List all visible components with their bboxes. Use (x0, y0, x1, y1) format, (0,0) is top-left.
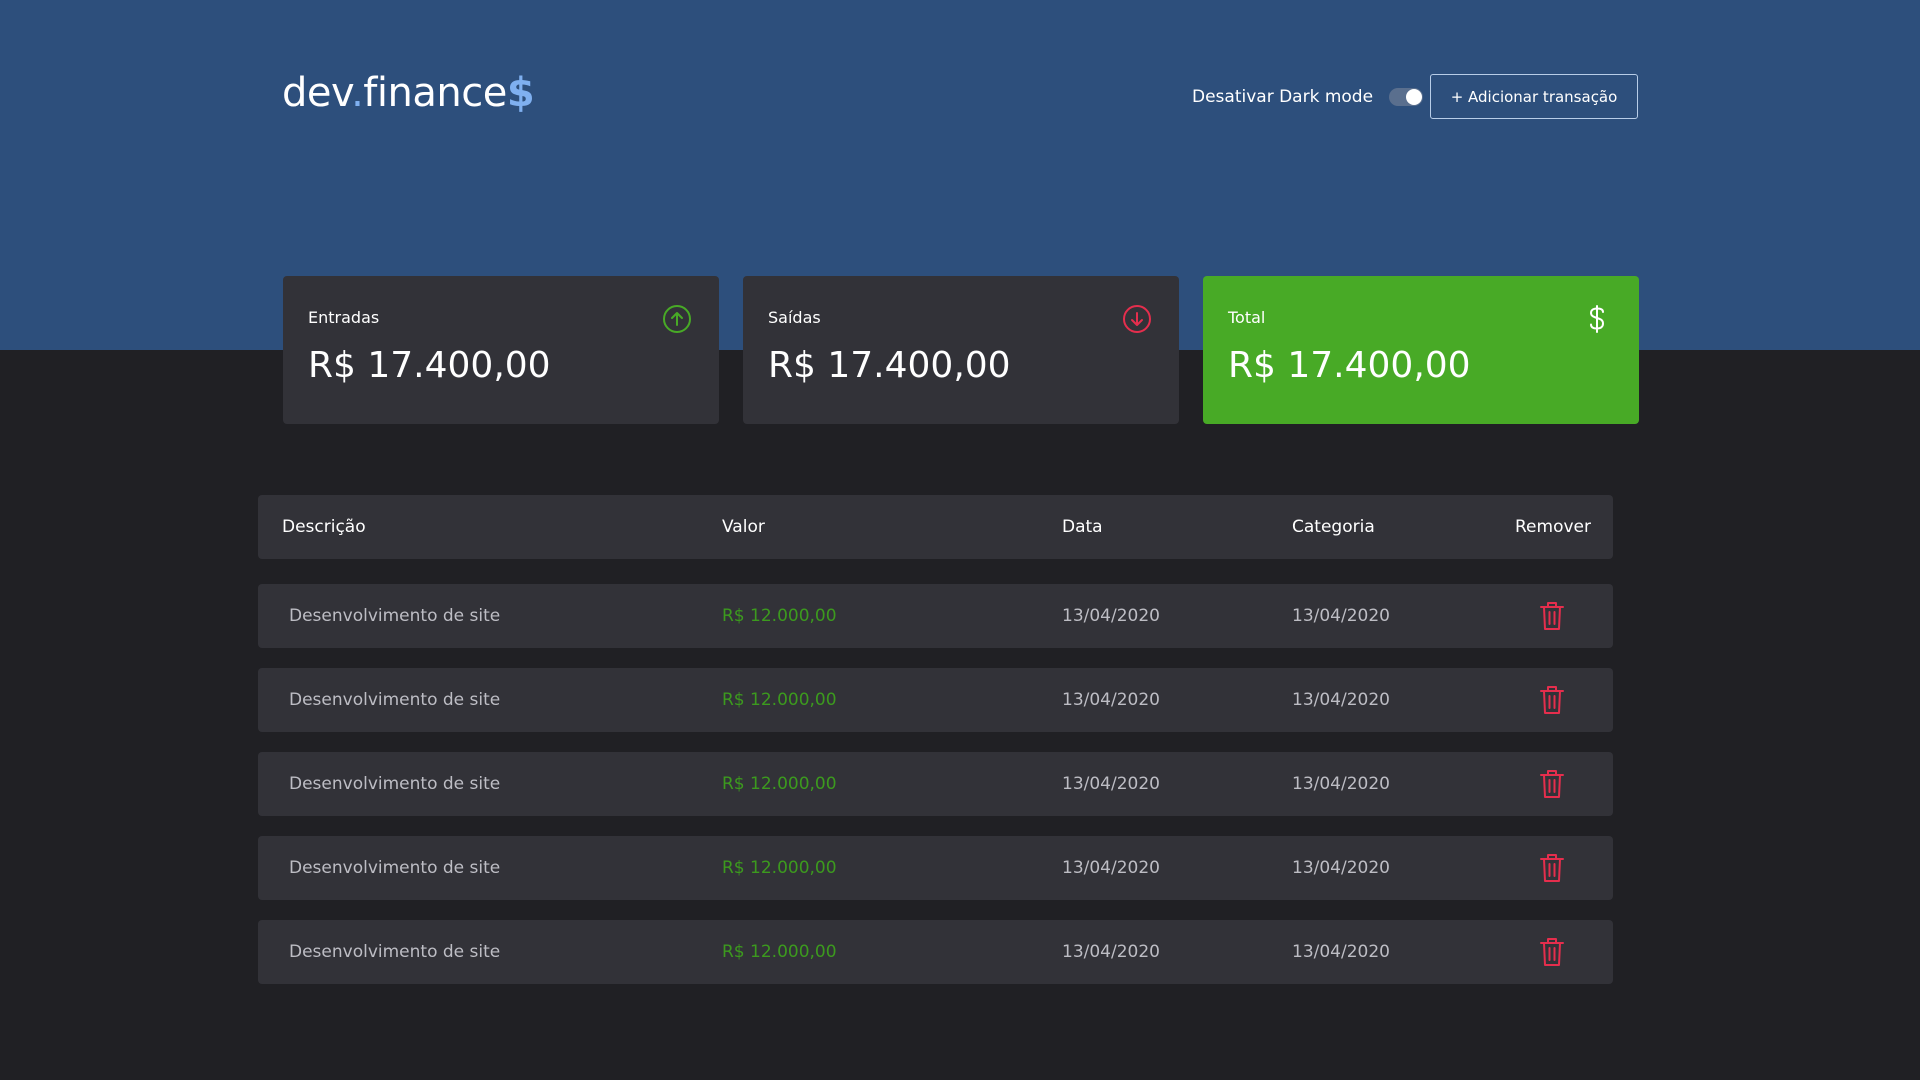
add-transaction-button[interactable]: + Adicionar transação (1430, 74, 1638, 119)
arrow-up-circle-icon (663, 305, 691, 333)
column-header-description: Descrição (282, 517, 366, 537)
logo-rest: finance (363, 70, 507, 116)
arrow-down-circle-icon (1123, 305, 1151, 333)
income-card-value: R$ 17.400,00 (308, 345, 551, 386)
row-date: 13/04/2020 (1062, 606, 1160, 626)
row-description: Desenvolvimento de site (289, 858, 501, 878)
logo-dot: . (351, 70, 364, 116)
row-amount: R$ 12.000,00 (722, 606, 837, 626)
table-row: Desenvolvimento de site R$ 12.000,00 13/… (258, 752, 1613, 816)
total-card-label: Total (1228, 308, 1266, 327)
column-header-remove: Remover (1515, 517, 1591, 537)
column-header-date: Data (1062, 517, 1103, 537)
trash-icon[interactable] (1536, 851, 1568, 885)
dollar-icon (1589, 305, 1605, 333)
income-card-label: Entradas (308, 308, 380, 327)
table-row: Desenvolvimento de site R$ 12.000,00 13/… (258, 584, 1613, 648)
logo-main: dev (282, 70, 352, 116)
row-amount: R$ 12.000,00 (722, 690, 837, 710)
row-category: 13/04/2020 (1292, 606, 1390, 626)
table-header: Descrição Valor Data Categoria Remover (258, 495, 1613, 559)
trash-icon[interactable] (1536, 935, 1568, 969)
column-header-category: Categoria (1292, 517, 1375, 537)
dark-mode-label: Desativar Dark mode (1192, 87, 1374, 107)
column-header-amount: Valor (722, 517, 765, 537)
table-row: Desenvolvimento de site R$ 12.000,00 13/… (258, 668, 1613, 732)
dark-mode-switch[interactable] (1389, 88, 1424, 106)
row-category: 13/04/2020 (1292, 858, 1390, 878)
total-card-value: R$ 17.400,00 (1228, 345, 1471, 386)
app-logo: dev.finance$ (282, 70, 535, 116)
income-card: Entradas R$ 17.400,00 (283, 276, 719, 424)
table-row: Desenvolvimento de site R$ 12.000,00 13/… (258, 920, 1613, 984)
row-category: 13/04/2020 (1292, 690, 1390, 710)
trash-icon[interactable] (1536, 599, 1568, 633)
outcome-card-label: Saídas (768, 308, 821, 327)
outcome-card: Saídas R$ 17.400,00 (743, 276, 1179, 424)
table-row: Desenvolvimento de site R$ 12.000,00 13/… (258, 836, 1613, 900)
trash-icon[interactable] (1536, 767, 1568, 801)
switch-knob (1406, 89, 1423, 105)
row-amount: R$ 12.000,00 (722, 942, 837, 962)
row-description: Desenvolvimento de site (289, 606, 501, 626)
row-date: 13/04/2020 (1062, 774, 1160, 794)
row-date: 13/04/2020 (1062, 690, 1160, 710)
total-card: Total R$ 17.400,00 (1203, 276, 1639, 424)
trash-icon[interactable] (1536, 683, 1568, 717)
dark-mode-toggle[interactable]: Desativar Dark mode (1192, 84, 1424, 110)
row-description: Desenvolvimento de site (289, 690, 501, 710)
outcome-card-value: R$ 17.400,00 (768, 345, 1011, 386)
row-amount: R$ 12.000,00 (722, 774, 837, 794)
logo-dollar: $ (506, 70, 535, 116)
row-category: 13/04/2020 (1292, 774, 1390, 794)
row-amount: R$ 12.000,00 (722, 858, 837, 878)
row-category: 13/04/2020 (1292, 942, 1390, 962)
row-date: 13/04/2020 (1062, 858, 1160, 878)
row-description: Desenvolvimento de site (289, 942, 501, 962)
row-description: Desenvolvimento de site (289, 774, 501, 794)
row-date: 13/04/2020 (1062, 942, 1160, 962)
